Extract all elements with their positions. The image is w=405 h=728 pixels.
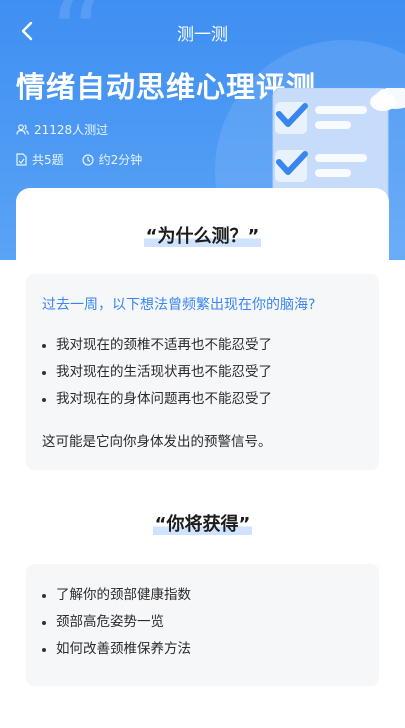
- why-heading: “为什么测？”: [143, 226, 262, 247]
- participants-row: 21128人测过: [16, 121, 126, 138]
- nav-title: 测一测: [177, 25, 228, 45]
- why-list: 我对现在的颈椎不适再也不能忍受了 我对现在的生活现状再也不能忍受了 我对现在的身…: [42, 332, 272, 413]
- list-item: 如何改善颈椎保养方法: [42, 636, 191, 663]
- list-item: 了解你的颈部健康指数: [42, 582, 191, 609]
- why-box: 过去一周，以下想法曾频繁出现在你的脑海? 我对现在的颈椎不适再也不能忍受了 我对…: [26, 274, 379, 470]
- gain-box: 了解你的颈部健康指数 颈部高危姿势一览 如何改善颈椎保养方法: [26, 564, 379, 686]
- clock-icon: [82, 153, 94, 166]
- document-icon: [16, 153, 27, 166]
- question-count: 共5题: [32, 153, 64, 167]
- participants-count: 21128人测过: [34, 123, 109, 137]
- gain-list: 了解你的颈部健康指数 颈部高危姿势一览 如何改善颈椎保养方法: [42, 582, 191, 663]
- why-note: 这可能是它向你身体发出的预警信号。: [42, 434, 272, 450]
- duration: 约2分钟: [98, 153, 143, 167]
- gain-heading: “你将获得”: [152, 514, 253, 535]
- users-icon: [16, 124, 29, 135]
- list-item: 我对现在的身体问题再也不能忍受了: [42, 386, 272, 413]
- why-question: 过去一周，以下想法曾频繁出现在你的脑海?: [42, 297, 316, 313]
- list-item: 我对现在的颈椎不适再也不能忍受了: [42, 332, 272, 359]
- content-card: “为什么测？” 过去一周，以下想法曾频繁出现在你的脑海? 我对现在的颈椎不适再也…: [16, 188, 389, 728]
- list-item: 我对现在的生活现状再也不能忍受了: [42, 359, 272, 386]
- list-item: 颈部高危姿势一览: [42, 609, 191, 636]
- test-info-row: 共5题 约2分钟: [16, 151, 160, 168]
